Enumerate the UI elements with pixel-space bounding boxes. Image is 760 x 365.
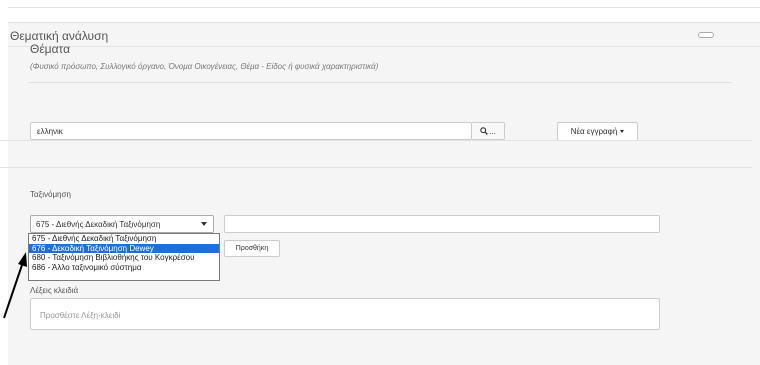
caret-down-icon (620, 130, 625, 133)
chevron-down-icon (201, 222, 207, 226)
new-record-label: Νέα εγγραφή (570, 127, 618, 136)
add-classification-button[interactable]: Προσθήκη (224, 240, 280, 257)
classification-code-input[interactable] (224, 215, 660, 233)
divider (0, 167, 752, 168)
new-record-button[interactable]: Νέα εγγραφή (557, 122, 638, 141)
panel-header[interactable]: Θεματική ανάλυση (8, 23, 760, 47)
dropdown-option[interactable]: 676 - Δεκαδική Ταξινόμηση Dewey (29, 243, 219, 253)
keywords-label: Λέξεις κλειδιά (30, 286, 79, 295)
classification-dropdown-list: 675 - Διεθνής Δεκαδική Ταξινόμηση 676 - … (28, 233, 220, 281)
dropdown-option[interactable]: 675 - Διεθνής Δεκαδική Ταξινόμηση (29, 234, 219, 244)
subject-search-input[interactable]: ελληνικ (30, 122, 472, 140)
classification-select[interactable]: 675 - Διεθνής Δεκαδική Ταξινόμηση (30, 215, 214, 233)
divider (0, 140, 752, 141)
top-strip (8, 0, 760, 8)
annotation-arrow-icon (3, 252, 27, 319)
collapse-toggle-button[interactable] (698, 32, 714, 38)
dropdown-option[interactable]: 686 - Άλλο ταξινομικό σύστημα (29, 263, 219, 273)
keyword-input[interactable]: Προσθέστε Λέξη-κλειδί (30, 298, 660, 330)
subjects-hint: (Φυσικό πρόσωπο, Συλλογικό όργανο, Όνομα… (30, 62, 379, 71)
classification-selected-value: 675 - Διεθνής Δεκαδική Ταξινόμηση (36, 220, 161, 229)
dropdown-option[interactable]: 680 - Ταξινόμηση Βιβλιοθήκης του Κογκρέσ… (29, 253, 219, 263)
search-button-label: ... (489, 126, 496, 136)
search-icon (480, 127, 488, 135)
classification-label: Ταξινόμηση (30, 190, 71, 199)
subject-search-button[interactable]: ... (472, 122, 505, 140)
panel-title: Θεματική ανάλυση (10, 29, 109, 43)
divider (28, 82, 732, 83)
subjects-title: Θέματα (30, 42, 71, 56)
